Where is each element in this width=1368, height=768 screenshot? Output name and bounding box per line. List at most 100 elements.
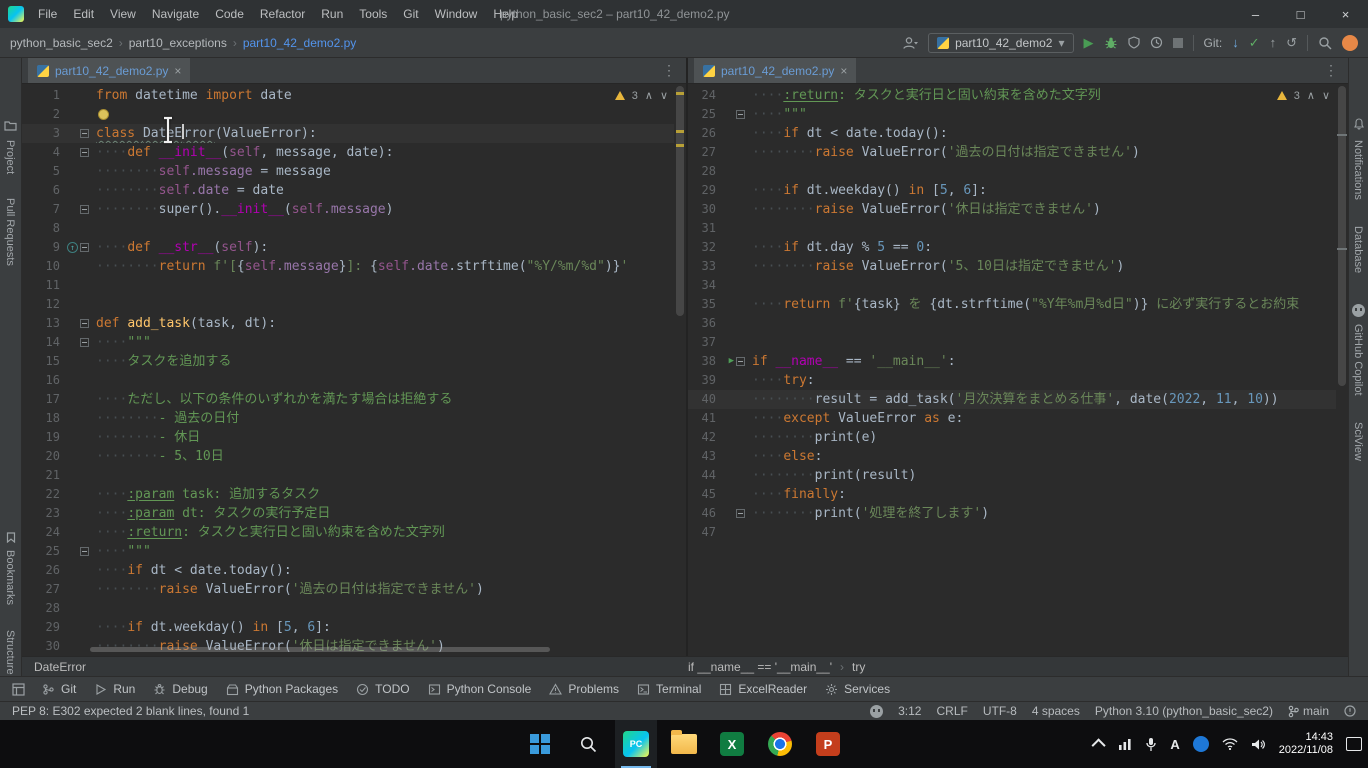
start-button[interactable] (519, 720, 561, 768)
line-number[interactable]: 24 (22, 523, 66, 542)
breadcrumb-dateerror[interactable]: DateError (34, 660, 86, 674)
profiler-button[interactable] (1150, 36, 1163, 49)
tool-window-button-problems[interactable]: Problems (540, 677, 628, 701)
line-number[interactable]: 6 (22, 181, 66, 200)
next-warning-icon[interactable]: ∨ (660, 89, 668, 102)
code-line-24[interactable]: 24····:return: タスクと実行日と固い約束を含めた文字列 (688, 86, 1336, 105)
line-number[interactable]: 27 (688, 143, 722, 162)
taskbar-clock[interactable]: 14:43 2022/11/08 (1279, 731, 1333, 757)
code-line-31[interactable]: 31 (688, 219, 1336, 238)
line-number[interactable]: 33 (688, 257, 722, 276)
fold-gutter-icon[interactable] (80, 243, 89, 252)
line-number[interactable]: 15 (22, 352, 66, 371)
line-number[interactable]: 25 (22, 542, 66, 561)
notification-center-icon[interactable] (1346, 737, 1362, 751)
sidebar-item-github-copilot[interactable]: GitHub Copilot (1352, 324, 1364, 396)
code-line-14[interactable]: 14····""" (22, 333, 674, 352)
code-line-12[interactable]: 12 (22, 295, 674, 314)
code-line-27[interactable]: 27········raise ValueError('過去の日付は指定できませ… (688, 143, 1336, 162)
menu-git[interactable]: Git (395, 0, 426, 28)
inspections-widget[interactable]: 3 ∧ ∨ (615, 89, 668, 102)
line-number[interactable]: 25 (688, 105, 722, 124)
tab-options-icon[interactable]: ⋮ (658, 62, 680, 79)
tool-window-button-excelreader[interactable]: ExcelReader (710, 677, 816, 701)
fold-gutter-icon[interactable] (80, 338, 89, 347)
line-number[interactable]: 44 (688, 466, 722, 485)
sidebar-item-notifications[interactable]: Notifications (1352, 140, 1364, 200)
nav-crumb-0[interactable]: python_basic_sec2 (10, 36, 113, 50)
code-line-29[interactable]: 29····if dt.weekday() in [5, 6]: (22, 618, 674, 637)
fold-gutter-icon[interactable] (80, 205, 89, 214)
minimize-button[interactable]: – (1233, 0, 1278, 28)
code-line-47[interactable]: 47 (688, 523, 1336, 542)
tool-window-button-debug[interactable]: Debug (144, 677, 216, 701)
line-number[interactable]: 14 (22, 333, 66, 352)
code-line-13[interactable]: 13def add_task(task, dt): (22, 314, 674, 333)
sidebar-item-sciview[interactable]: SciView (1352, 422, 1364, 461)
indent-style[interactable]: 4 spaces (1032, 704, 1080, 718)
menu-navigate[interactable]: Navigate (144, 0, 207, 28)
git-push-button[interactable]: ↑ (1270, 36, 1277, 49)
code-line-3[interactable]: 3class DateError(ValueError): (22, 124, 674, 143)
code-line-30[interactable]: 30········raise ValueError('休日は指定できません') (688, 200, 1336, 219)
error-stripe-scrollbar[interactable] (674, 84, 686, 656)
microphone-icon[interactable] (1145, 737, 1157, 752)
search-icon[interactable] (1318, 36, 1332, 50)
line-number[interactable]: 34 (688, 276, 722, 295)
line-number[interactable]: 24 (688, 86, 722, 105)
menu-refactor[interactable]: Refactor (252, 0, 313, 28)
git-update-button[interactable]: ↓ (1232, 36, 1239, 49)
line-number[interactable]: 47 (688, 523, 722, 542)
code-line-16[interactable]: 16 (22, 371, 674, 390)
code-line-8[interactable]: 8 (22, 219, 674, 238)
coverage-button[interactable] (1128, 36, 1140, 49)
line-number[interactable]: 27 (22, 580, 66, 599)
code-line-25[interactable]: 25····""" (22, 542, 674, 561)
menu-window[interactable]: Window (427, 0, 486, 28)
line-number[interactable]: 37 (688, 333, 722, 352)
fold-gutter-icon[interactable] (736, 509, 745, 518)
menu-tools[interactable]: Tools (351, 0, 395, 28)
menu-file[interactable]: File (30, 0, 65, 28)
tool-window-button-git[interactable]: Git (33, 677, 85, 701)
fold-gutter-icon[interactable] (80, 148, 89, 157)
code-line-29[interactable]: 29····if dt.weekday() in [5, 6]: (688, 181, 1336, 200)
code-line-17[interactable]: 17····ただし、以下の条件のいずれかを満たす場合は拒絶する (22, 390, 674, 409)
tool-window-button-terminal[interactable]: Terminal (628, 677, 710, 701)
line-number[interactable]: 1 (22, 86, 66, 105)
tool-window-button-todo[interactable]: TODO (347, 677, 418, 701)
line-number[interactable]: 26 (22, 561, 66, 580)
sidebar-item-project[interactable]: Project (4, 140, 16, 174)
fold-gutter-icon[interactable] (80, 547, 89, 556)
line-number[interactable]: 43 (688, 447, 722, 466)
tool-window-button-python-console[interactable]: Python Console (419, 677, 541, 701)
run-gutter-icon[interactable]: ▶ (729, 352, 734, 371)
notifications-bell-icon[interactable] (1353, 118, 1365, 130)
git-branch[interactable]: main (1288, 704, 1329, 718)
volume-icon[interactable] (1251, 738, 1266, 751)
tab-part10_42_demo2[interactable]: part10_42_demo2.py × (28, 58, 190, 83)
line-number[interactable]: 20 (22, 447, 66, 466)
line-number[interactable]: 10 (22, 257, 66, 276)
sidebar-item-database[interactable]: Database (1352, 226, 1364, 273)
line-number[interactable]: 21 (22, 466, 66, 485)
line-number[interactable]: 39 (688, 371, 722, 390)
run-button[interactable]: ▶ (1084, 36, 1094, 49)
python-interpreter[interactable]: Python 3.10 (python_basic_sec2) (1095, 704, 1273, 718)
line-number[interactable]: 4 (22, 143, 66, 162)
code-line-25[interactable]: 25····""" (688, 105, 1336, 124)
code-line-4[interactable]: 4····def __init__(self, message, date): (22, 143, 674, 162)
line-number[interactable]: 22 (22, 485, 66, 504)
tool-window-button-run[interactable]: Run (85, 677, 144, 701)
fold-gutter-icon[interactable] (736, 357, 745, 366)
code-line-15[interactable]: 15····タスクを追加する (22, 352, 674, 371)
equalizer-icon[interactable] (1118, 737, 1132, 751)
line-number[interactable]: 12 (22, 295, 66, 314)
line-number[interactable]: 3 (22, 124, 66, 143)
breadcrumb-try[interactable]: try (852, 660, 865, 674)
nav-crumb-2[interactable]: part10_42_demo2.py (243, 36, 356, 50)
code-line-18[interactable]: 18········- 過去の日付 (22, 409, 674, 428)
run-configuration-select[interactable]: part10_42_demo2 ▾ (928, 33, 1073, 53)
code-line-45[interactable]: 45····finally: (688, 485, 1336, 504)
close-button[interactable]: × (1323, 0, 1368, 28)
